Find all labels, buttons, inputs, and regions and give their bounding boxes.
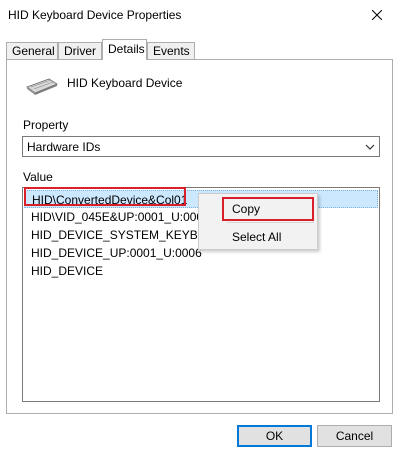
menu-item-copy[interactable]: Copy — [232, 199, 260, 219]
menu-item-select-all[interactable]: Select All — [232, 227, 281, 247]
menu-separator — [227, 222, 314, 223]
title-bar: HID Keyboard Device Properties — [0, 0, 400, 30]
ok-button[interactable]: OK — [237, 425, 312, 447]
close-icon — [372, 10, 382, 20]
window-title: HID Keyboard Device Properties — [8, 8, 182, 22]
cancel-button[interactable]: Cancel — [317, 425, 392, 447]
properties-window: HID Keyboard Device Properties General D… — [0, 0, 400, 455]
list-item[interactable]: HID\VID_045E&UP:0001_U:0006 — [31, 208, 210, 226]
property-dropdown[interactable]: Hardware IDs — [22, 136, 380, 157]
keyboard-icon — [26, 78, 58, 95]
tab-general[interactable]: General — [6, 42, 58, 59]
list-item[interactable]: HID_DEVICE — [31, 262, 103, 280]
value-label: Value — [23, 170, 53, 184]
chevron-down-icon — [365, 144, 375, 150]
property-selected-value: Hardware IDs — [27, 140, 101, 154]
context-menu: Copy Select All — [198, 193, 318, 250]
property-label: Property — [23, 118, 69, 132]
device-name: HID Keyboard Device — [67, 76, 183, 90]
close-button[interactable] — [354, 0, 400, 30]
tab-events[interactable]: Events — [147, 42, 195, 59]
tab-details[interactable]: Details — [102, 39, 147, 60]
list-item[interactable]: HID_DEVICE_UP:0001_U:0006 — [31, 244, 202, 262]
tab-driver[interactable]: Driver — [58, 42, 102, 59]
